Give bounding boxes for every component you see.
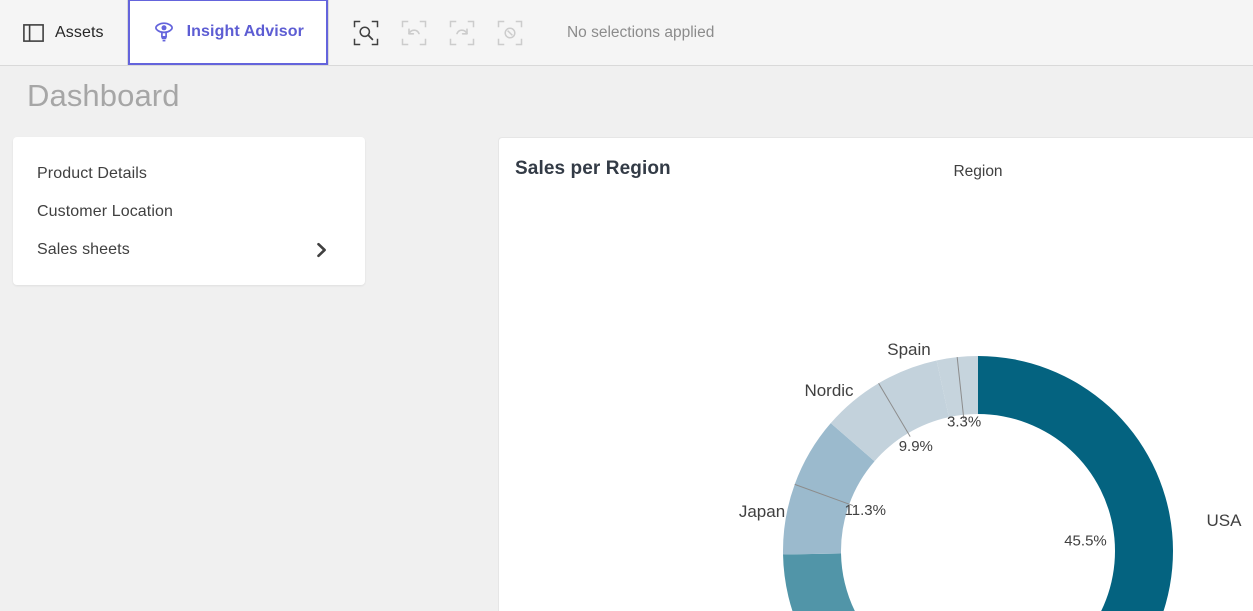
slice-category-label: USA <box>1207 511 1243 530</box>
donut-slice[interactable] <box>783 553 1015 611</box>
sheet-list-card: Product Details Customer Location Sales … <box>13 137 365 285</box>
slice-category-label: Nordic <box>804 381 854 400</box>
list-item[interactable]: Product Details <box>13 155 365 193</box>
search-selections-icon[interactable] <box>353 20 379 46</box>
selection-toolbar: No selections applied <box>329 0 714 65</box>
dimension-title: Region <box>953 163 1002 180</box>
list-item-label: Product Details <box>37 165 147 183</box>
list-item[interactable]: Sales sheets <box>13 231 365 269</box>
list-item[interactable]: Customer Location <box>13 193 365 231</box>
page-title: Dashboard <box>27 78 180 114</box>
tab-insight-advisor-label: Insight Advisor <box>187 23 304 41</box>
tab-assets-label: Assets <box>55 24 104 42</box>
chevron-right-icon <box>315 241 329 259</box>
redo-arrow-icon[interactable] <box>449 20 475 46</box>
slice-category-label: Spain <box>887 340 930 359</box>
panel-layout-icon <box>23 24 44 42</box>
list-item-label: Sales sheets <box>37 241 130 259</box>
clear-selections-icon[interactable] <box>497 20 523 46</box>
tab-assets[interactable]: Assets <box>0 0 127 66</box>
top-toolbar: Assets Insight Advisor <box>0 0 1253 66</box>
donut-chart[interactable]: USAJapanNordicSpain 45.5%26.9%11.3%9.9%3… <box>499 138 1253 611</box>
donut-slice[interactable] <box>978 356 1173 611</box>
sales-per-region-card: Sales per Region USAJapanNordicSpain 45.… <box>498 137 1253 611</box>
slice-value-label: 45.5% <box>1064 533 1107 550</box>
list-item-label: Customer Location <box>37 203 173 221</box>
page-body: Dashboard Product Details Customer Locat… <box>0 67 1253 611</box>
slice-category-label: Japan <box>739 502 785 521</box>
selection-status-text: No selections applied <box>567 24 714 42</box>
lightbulb-eye-icon <box>152 20 176 44</box>
tab-insight-advisor[interactable]: Insight Advisor <box>128 0 328 65</box>
slice-value-label: 11.3% <box>845 502 886 519</box>
slice-value-label: 9.9% <box>899 438 933 455</box>
undo-arrow-icon[interactable] <box>401 20 427 46</box>
slice-value-label: 3.3% <box>947 414 981 431</box>
